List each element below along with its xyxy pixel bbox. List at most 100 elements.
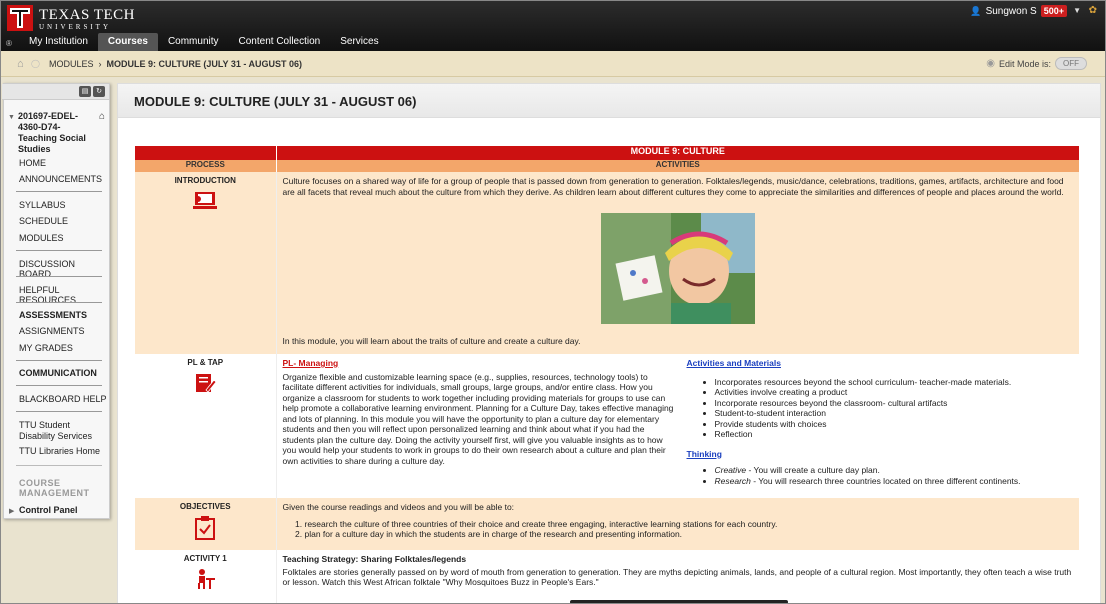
list-item: Creative - You will create a culture day… [715, 465, 1067, 476]
intro-closing: In this module, you will learn about the… [282, 336, 581, 346]
menu-view-icon[interactable]: ▤ [79, 86, 91, 97]
sidebar-item-disability-services[interactable]: TTU Student Disability Services [19, 420, 99, 442]
main-tabs: My Institution Courses Community Content… [19, 33, 389, 51]
col-activities-header: ACTIVITIES [276, 160, 1079, 172]
child-photo [600, 213, 755, 324]
user-menu[interactable]: 👤 Sungwon S 500+ [970, 5, 1067, 17]
list-item: Reflection [715, 429, 1067, 440]
pltap-columns: PL- Managing Organize flexible and custo… [283, 358, 1074, 486]
sidebar-item-assessments[interactable]: ASSESSMENTS [19, 310, 87, 320]
course-menu-toolbar: ▤ ↻ [2, 84, 109, 100]
breadcrumb-separator-icon: › [98, 59, 102, 69]
tab-courses[interactable]: Courses [97, 33, 158, 51]
chevron-down-icon[interactable]: ▼ [1073, 6, 1081, 15]
list-item: Provide students with choices [715, 419, 1067, 430]
pltap-right-column: Activities and Materials Incorporates re… [687, 358, 1067, 486]
list-item: Research - You will research three count… [715, 476, 1067, 487]
table-row: OBJECTIVES Given the course readings and… [135, 498, 1079, 550]
list-item: plan for a culture day in which the stud… [305, 529, 1074, 540]
sidebar-divider [16, 385, 102, 386]
activity-cell: Given the course readings and videos and… [276, 498, 1079, 550]
sidebar-divider [16, 276, 102, 277]
sidebar-divider [16, 411, 102, 412]
settings-icon[interactable]: ✿ [1089, 5, 1097, 16]
content-header: MODULE 9: CULTURE (JULY 31 - AUGUST 06) [118, 84, 1100, 118]
materials-list: Incorporates resources beyond the school… [715, 377, 1067, 440]
triangle-down-icon[interactable]: ▼ [8, 114, 15, 121]
home-icon[interactable]: ⌂ [17, 58, 24, 70]
university-sub: UNIVERSITY [39, 23, 111, 31]
table-row: INTRODUCTION Culture focuses on a shared… [135, 172, 1079, 354]
list-item: research the culture of three countries … [305, 519, 1074, 530]
page-title: MODULE 9: CULTURE (JULY 31 - AUGUST 06) [134, 94, 417, 109]
activity1-label: ACTIVITY 1 [183, 554, 227, 563]
content-area: MODULE 9: CULTURE (JULY 31 - AUGUST 06) … [117, 83, 1101, 603]
edit-mode-toggle[interactable]: OFF [1055, 57, 1087, 70]
notification-badge[interactable]: 500+ [1040, 5, 1067, 17]
texas-tech-logo-icon[interactable] [7, 5, 33, 31]
thinking-link[interactable]: Thinking [687, 449, 722, 459]
tab-community[interactable]: Community [158, 33, 229, 51]
eye-icon[interactable]: ◉ [986, 58, 995, 69]
tab-content-collection[interactable]: Content Collection [229, 33, 331, 51]
sidebar-item-announcements[interactable]: ANNOUNCEMENTS [19, 174, 102, 184]
breadcrumb-menu-icon[interactable]: ◯ [31, 59, 40, 68]
horizontal-scrollbar[interactable] [570, 600, 788, 603]
student-desk-icon [198, 569, 216, 589]
table-row: MODULE 9: CULTURE [135, 146, 1079, 160]
list-item: Activities involve creating a product [715, 387, 1067, 398]
course-menu: ▤ ↻ ▼ 201697-EDEL-4360-D74-Teaching Soci… [2, 83, 110, 519]
pltap-label: PL & TAP [187, 358, 224, 367]
thinking-text: - You will research three countries loca… [750, 475, 1021, 486]
thinking-term: Creative [714, 465, 747, 475]
activity-cell: PL- Managing Organize flexible and custo… [276, 354, 1079, 498]
clipboard-check-icon [195, 516, 216, 540]
pltap-left-column: PL- Managing Organize flexible and custo… [283, 358, 679, 486]
breadcrumb-modules[interactable]: MODULES [49, 59, 94, 69]
table-row: PL & TAP PL- Managing Organize flexible … [135, 354, 1079, 498]
breadcrumb-current: MODULE 9: CULTURE (JULY 31 - AUGUST 06) [106, 59, 303, 69]
sidebar-divider [16, 302, 102, 303]
activities-materials-link[interactable]: Activities and Materials [687, 358, 781, 368]
breadcrumb-bar: ⌂ ◯ MODULES › MODULE 9: CULTURE (JULY 31… [1, 51, 1105, 77]
list-item: Incorporates resources beyond the school… [715, 377, 1067, 388]
sidebar-item-home[interactable]: HOME [19, 158, 46, 168]
sidebar-item-libraries-home[interactable]: TTU Libraries Home [19, 446, 100, 456]
course-management-label: COURSE MANAGEMENT [19, 478, 90, 498]
sidebar-item-assignments[interactable]: ASSIGNMENTS [19, 326, 85, 336]
sidebar-item-modules[interactable]: MODULES [19, 233, 64, 243]
process-cell: PL & TAP [135, 354, 277, 498]
sidebar-item-communication[interactable]: COMMUNICATION [19, 368, 97, 378]
browser-frame: TEXAS TECH UNIVERSITY ® 👤 Sungwon S 500+… [0, 0, 1106, 604]
list-item: Student-to-student interaction [715, 408, 1067, 419]
computer-icon [193, 192, 218, 209]
sidebar-item-syllabus[interactable]: SYLLABUS [19, 200, 66, 210]
pl-managing-link[interactable]: PL- Managing [283, 358, 339, 368]
refresh-icon[interactable]: ↻ [93, 86, 105, 97]
sidebar-item-schedule[interactable]: SCHEDULE [19, 216, 68, 226]
edit-mode-label: Edit Mode is: [998, 59, 1051, 69]
user-icon: 👤 [970, 5, 982, 16]
thinking-term: Research [714, 475, 751, 486]
intro-text: Culture focuses on a shared way of life … [282, 176, 1064, 197]
course-home-icon[interactable]: ⌂ [99, 111, 105, 122]
activity1-text: Folktales are stories generally passed o… [282, 566, 1072, 588]
thinking-text: - You will create a culture day plan. [746, 465, 880, 475]
sidebar-item-blackboard-help[interactable]: BLACKBOARD HELP [19, 394, 107, 404]
sidebar-item-control-panel[interactable]: Control Panel [19, 505, 78, 515]
triangle-right-icon[interactable]: ▶ [9, 507, 14, 515]
university-wordmark: TEXAS TECH UNIVERSITY [39, 7, 135, 31]
course-title[interactable]: 201697-EDEL-4360-D74-Teaching Social Stu… [18, 111, 96, 155]
university-name: TEXAS TECH [39, 7, 135, 23]
table-row: ACTIVITY 1 Teaching Strategy: Sharing Fo… [135, 550, 1079, 603]
banner-spacer [135, 146, 277, 160]
list-item: Incorporate resources beyond the classro… [715, 398, 1067, 409]
notebook-pencil-icon [196, 374, 217, 393]
pltap-text: Organize flexible and customizable learn… [282, 371, 674, 466]
tab-services[interactable]: Services [330, 33, 388, 51]
sidebar-divider [16, 360, 102, 361]
sidebar-item-my-grades[interactable]: MY GRADES [19, 343, 73, 353]
intro-label: INTRODUCTION [174, 176, 236, 185]
tab-my-institution[interactable]: My Institution [19, 33, 98, 51]
module-banner: MODULE 9: CULTURE [276, 146, 1079, 160]
